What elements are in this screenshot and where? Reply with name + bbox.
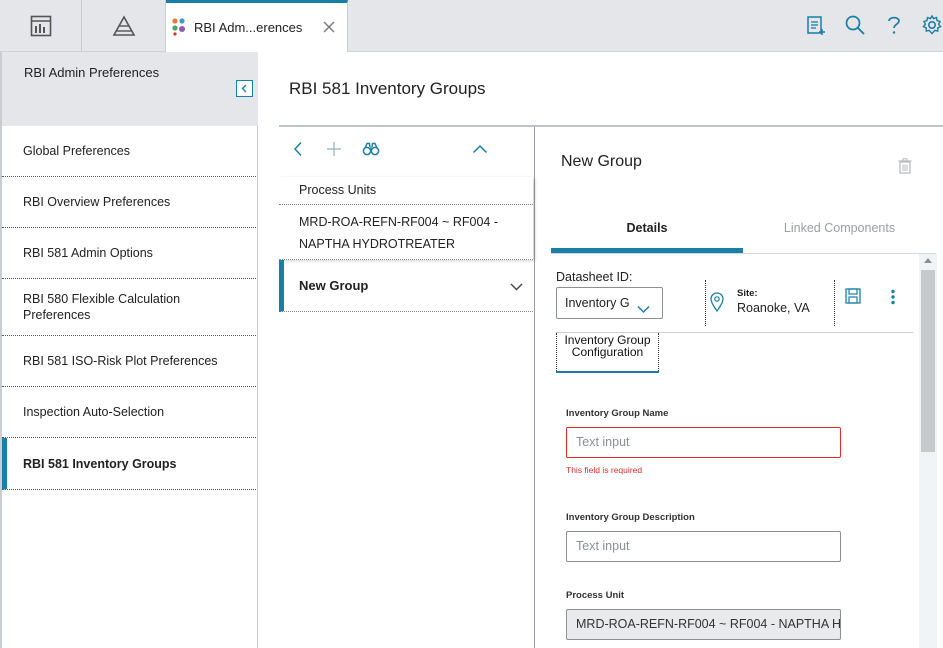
chevron-down-icon[interactable] bbox=[510, 279, 523, 294]
process-unit-label: Process Unit bbox=[566, 590, 625, 601]
help-icon[interactable] bbox=[883, 14, 905, 36]
list-item-process-units[interactable]: Process Units bbox=[279, 177, 533, 205]
chevron-down-icon bbox=[637, 295, 650, 325]
datasheet-id-label: Datasheet ID: bbox=[556, 270, 633, 284]
close-icon[interactable] bbox=[321, 19, 337, 35]
nav-item-label: RBI 580 Flexible Calculation Preferences bbox=[23, 292, 181, 322]
collapse-panel-button[interactable] bbox=[236, 80, 253, 97]
scrollbar-thumb[interactable] bbox=[921, 270, 935, 452]
detail-title: New Group bbox=[561, 153, 642, 170]
left-navigation: RBI Admin Preferences Global Preferences… bbox=[0, 52, 258, 648]
divider bbox=[834, 280, 835, 326]
inventory-group-description-input[interactable]: Text input bbox=[566, 531, 841, 562]
datasheet-select-value: Inventory G bbox=[565, 296, 630, 310]
pyramid-icon bbox=[112, 15, 136, 37]
settings-icon[interactable] bbox=[921, 14, 943, 36]
inventory-group-name-input[interactable]: Text input bbox=[566, 427, 841, 458]
tab-app-icon bbox=[170, 16, 190, 39]
nav-item-rbi-580-flexible-calculation[interactable]: RBI 580 Flexible Calculation Preferences bbox=[2, 279, 256, 336]
dashboard-icon bbox=[30, 15, 52, 37]
datasheet-select[interactable]: Inventory G bbox=[556, 287, 663, 319]
task-list-icon[interactable] bbox=[805, 14, 827, 36]
group-list-panel: Process Units MRD-ROA-REFN-RF004 ~ RF004… bbox=[279, 127, 535, 648]
nav-item-rbi-581-admin-options[interactable]: RBI 581 Admin Options bbox=[2, 228, 256, 279]
list-item-label: New Group bbox=[299, 278, 369, 293]
trash-icon[interactable] bbox=[898, 158, 912, 177]
nav-item-rbi-581-inventory-groups[interactable]: RBI 581 Inventory Groups bbox=[2, 438, 256, 490]
scrollbar[interactable] bbox=[919, 254, 937, 648]
divider bbox=[705, 280, 706, 326]
section-tab-inventory-group-configuration[interactable]: Inventory Group Configuration bbox=[556, 333, 659, 373]
save-icon[interactable] bbox=[845, 288, 861, 307]
nav-item-label: Global Preferences bbox=[23, 144, 131, 158]
left-nav-title: RBI Admin Preferences bbox=[24, 65, 160, 80]
list-item-process-unit[interactable]: MRD-ROA-REFN-RF004 ~ RF004 - NAPTHA HYDR… bbox=[279, 205, 533, 260]
left-nav-header: RBI Admin Preferences bbox=[0, 52, 258, 126]
list-item-new-group[interactable]: New Group bbox=[279, 260, 533, 312]
nav-item-label: Inspection Auto-Selection bbox=[23, 405, 165, 419]
nav-item-global-preferences[interactable]: Global Preferences bbox=[2, 126, 256, 177]
site-value: Roanoke, VA bbox=[737, 301, 810, 315]
nav-item-rbi-overview-preferences[interactable]: RBI Overview Preferences bbox=[2, 177, 256, 228]
list-item-label: Process Units bbox=[299, 183, 377, 197]
active-tab-indicator bbox=[551, 248, 743, 253]
section-tab-indicator bbox=[556, 371, 659, 373]
tab-linked-components[interactable]: Linked Components bbox=[743, 221, 936, 235]
chevron-up-icon[interactable] bbox=[470, 139, 490, 159]
group-list-toolbar bbox=[279, 127, 535, 173]
tab-details[interactable]: Details bbox=[551, 221, 743, 235]
binoculars-icon[interactable] bbox=[361, 139, 381, 159]
tab-label: RBI Adm...erences bbox=[194, 20, 303, 35]
site-label: Site: bbox=[737, 288, 758, 299]
top-bar: RBI Adm...erences bbox=[0, 0, 943, 52]
chevron-left-icon bbox=[240, 81, 249, 96]
inventory-group-name-label: Inventory Group Name bbox=[566, 408, 669, 419]
nav-item-label: RBI 581 Admin Options bbox=[23, 246, 153, 260]
add-icon[interactable] bbox=[324, 139, 344, 159]
list-item-label: MRD-ROA-REFN-RF004 ~ RF004 - NAPTHA HYDR… bbox=[299, 215, 498, 251]
asset-hierarchy-button[interactable] bbox=[82, 0, 166, 52]
nav-item-rbi-581-iso-risk-plot[interactable]: RBI 581 ISO-Risk Plot Preferences bbox=[2, 336, 256, 387]
location-pin-icon bbox=[710, 292, 724, 315]
page-title: RBI 581 Inventory Groups bbox=[289, 79, 486, 98]
dashboard-button[interactable] bbox=[0, 0, 82, 52]
nav-item-label: RBI 581 ISO-Risk Plot Preferences bbox=[23, 354, 218, 368]
scroll-up-arrow[interactable] bbox=[924, 258, 932, 263]
tab-rbi-admin-preferences[interactable]: RBI Adm...erences bbox=[166, 0, 348, 52]
detail-panel: New Group Details Linked Components Data… bbox=[536, 127, 943, 648]
more-options-icon[interactable] bbox=[891, 289, 895, 308]
inventory-group-name-error: This field is required bbox=[566, 465, 643, 475]
inventory-group-description-label: Inventory Group Description bbox=[566, 512, 695, 523]
nav-item-label: RBI 581 Inventory Groups bbox=[23, 456, 177, 471]
process-unit-field: MRD-ROA-REFN-RF004 ~ RF004 - NAPTHA HY bbox=[566, 609, 841, 640]
nav-item-inspection-auto-selection[interactable]: Inspection Auto-Selection bbox=[2, 387, 256, 438]
back-icon[interactable] bbox=[288, 139, 308, 159]
nav-item-label: RBI Overview Preferences bbox=[23, 195, 171, 209]
search-icon[interactable] bbox=[844, 14, 866, 36]
detail-tabs: Details Linked Components bbox=[551, 199, 936, 254]
